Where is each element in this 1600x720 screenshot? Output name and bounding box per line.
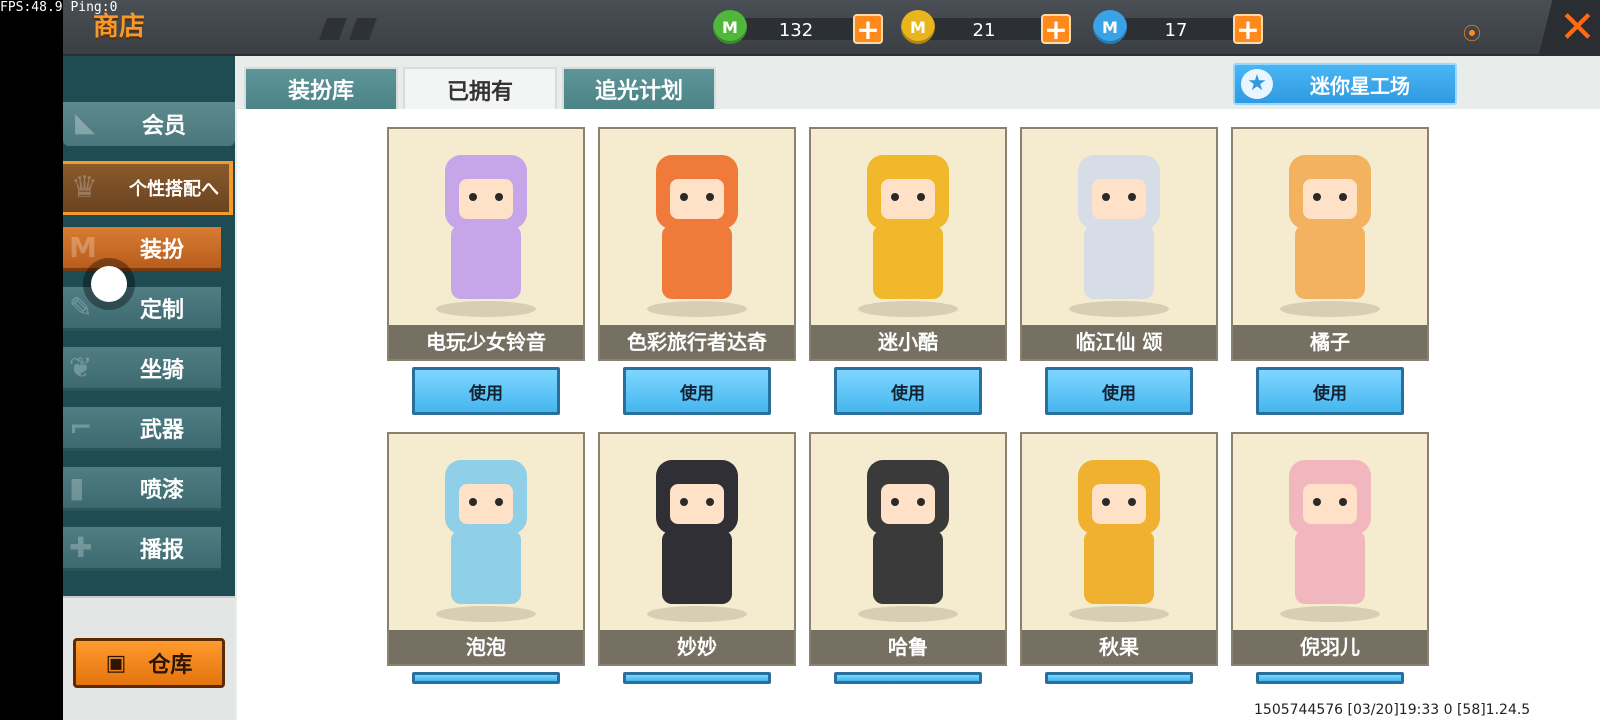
skin-card[interactable]: 妙妙 (598, 432, 796, 666)
skin-card[interactable]: 电玩少女铃音 (387, 127, 585, 361)
member-icon: ◣ (75, 108, 95, 138)
sidebar-item-outfit[interactable]: M 装扮 (63, 227, 221, 271)
use-skin-button[interactable]: 使用 (623, 367, 771, 415)
outfit-icon: M (69, 231, 97, 264)
add-gold-button[interactable]: + (1041, 14, 1071, 44)
decor-stripe (318, 18, 348, 40)
currency-green: M 132 + (713, 10, 903, 46)
gun-icon: ⌐ (69, 411, 93, 444)
close-button[interactable]: ✕ (1539, 0, 1600, 54)
currency-gold: M 21 + (901, 10, 1091, 46)
skin-name: 哈鲁 (811, 630, 1005, 664)
top-bar: 商店 M 132 + M 21 + M 17 + ⦿ ✕ (63, 0, 1600, 56)
use-skin-button[interactable] (1256, 672, 1404, 684)
skin-card[interactable]: 倪羽儿 (1231, 432, 1429, 666)
use-skin-button[interactable]: 使用 (1045, 367, 1193, 415)
use-skin-button[interactable] (834, 672, 982, 684)
tab-outfit-library[interactable]: 装扮库 (244, 67, 398, 109)
currency-green-value: 132 (778, 20, 814, 41)
skin-character-image (389, 434, 583, 630)
sidebar-group-personal-style[interactable]: ♛ 个性搭配へ (63, 161, 233, 215)
tab-chase-light[interactable]: 追光计划 (562, 67, 716, 109)
use-skin-button[interactable] (1045, 672, 1193, 684)
skin-card[interactable]: 橘子 (1231, 127, 1429, 361)
skin-character-image (1022, 434, 1216, 630)
skin-card[interactable]: 临江仙 颂 (1020, 127, 1218, 361)
skin-name: 橘子 (1233, 325, 1427, 359)
skin-name: 倪羽儿 (1233, 630, 1427, 664)
sidebar-footer: ▣ 仓库 (63, 596, 235, 720)
pencil-icon: ✎ (69, 291, 93, 324)
skin-name: 秋果 (1022, 630, 1216, 664)
use-skin-button[interactable] (412, 672, 560, 684)
mini-studio-button[interactable]: ★ 迷你星工场 (1233, 63, 1457, 105)
sidebar-item-mount[interactable]: ❦ 坐骑 (63, 347, 221, 391)
star-icon: ★ (1241, 69, 1273, 99)
build-info: 1505744576 [03/20]19:33 0 [58]1.24.5 (1254, 702, 1531, 718)
skin-name: 妙妙 (600, 630, 794, 664)
sidebar-item-custom[interactable]: ✎ 定制 (63, 287, 221, 331)
skin-name: 色彩旅行者达奇 (600, 325, 794, 359)
skin-character-image (389, 129, 583, 325)
virtual-joystick[interactable] (91, 266, 127, 302)
skin-character-image (1233, 434, 1427, 630)
sidebar-item-member[interactable]: ◣ 会员 (63, 102, 235, 146)
sidebar-item-spray[interactable]: ▮ 喷漆 (63, 467, 221, 511)
app-window: 商店 M 132 + M 21 + M 17 + ⦿ ✕ ◣ 会员 ♛ 个性搭配… (63, 0, 1600, 720)
skin-character-image (811, 129, 1005, 325)
currency-blue-value: 17 (1164, 20, 1188, 41)
gold-coin-icon: M (901, 10, 935, 44)
owned-skins-grid: 电玩少女铃音使用 色彩旅行者达奇使用 迷小酷使用 临江仙 颂使用 橘子使用泡泡 妙妙 哈鲁秋… (237, 109, 1600, 720)
skin-character-image (600, 129, 794, 325)
skin-card[interactable]: 色彩旅行者达奇 (598, 127, 796, 361)
close-icon: ✕ (1559, 2, 1596, 53)
skin-character-image (811, 434, 1005, 630)
currency-blue: M 17 + (1093, 10, 1283, 46)
add-green-button[interactable]: + (853, 14, 883, 44)
tab-owned[interactable]: 已拥有 (403, 67, 557, 111)
chest-icon: ▣ (105, 650, 127, 676)
skin-card[interactable]: 哈鲁 (809, 432, 1007, 666)
footprint-icon: ❦ (69, 351, 93, 384)
decor-stripe (348, 18, 378, 40)
skin-card[interactable]: 迷小酷 (809, 127, 1007, 361)
sidebar: ◣ 会员 ♛ 个性搭配へ M 装扮 ✎ 定制 ❦ 坐骑 ⌐ 武器 ▮ 喷漆 ✚ (63, 56, 235, 720)
skin-name: 泡泡 (389, 630, 583, 664)
fps-readout: FPS:48.9 Ping:0 (0, 0, 118, 15)
currency-gold-value: 21 (972, 20, 996, 41)
use-skin-button[interactable]: 使用 (1256, 367, 1404, 415)
gift-box-icon: ✚ (69, 531, 93, 564)
spray-can-icon: ▮ (69, 471, 85, 504)
use-skin-button[interactable]: 使用 (834, 367, 982, 415)
use-skin-button[interactable]: 使用 (412, 367, 560, 415)
blue-star-coin-icon: M (1093, 10, 1127, 44)
skin-card[interactable]: 泡泡 (387, 432, 585, 666)
skin-name: 迷小酷 (811, 325, 1005, 359)
skin-character-image (1233, 129, 1427, 325)
green-gem-icon: M (713, 10, 747, 44)
sidebar-item-weapon[interactable]: ⌐ 武器 (63, 407, 221, 451)
add-blue-button[interactable]: + (1233, 14, 1263, 44)
skin-character-image (600, 434, 794, 630)
trophy-icon: ♛ (71, 170, 98, 205)
skin-name: 电玩少女铃音 (389, 325, 583, 359)
use-skin-button[interactable] (623, 672, 771, 684)
skin-name: 临江仙 颂 (1022, 325, 1216, 359)
signal-icon: ⦿ (1463, 24, 1481, 45)
skin-character-image (1022, 129, 1216, 325)
warehouse-button[interactable]: ▣ 仓库 (73, 638, 225, 688)
sidebar-item-broadcast[interactable]: ✚ 播报 (63, 527, 221, 571)
skin-card[interactable]: 秋果 (1020, 432, 1218, 666)
